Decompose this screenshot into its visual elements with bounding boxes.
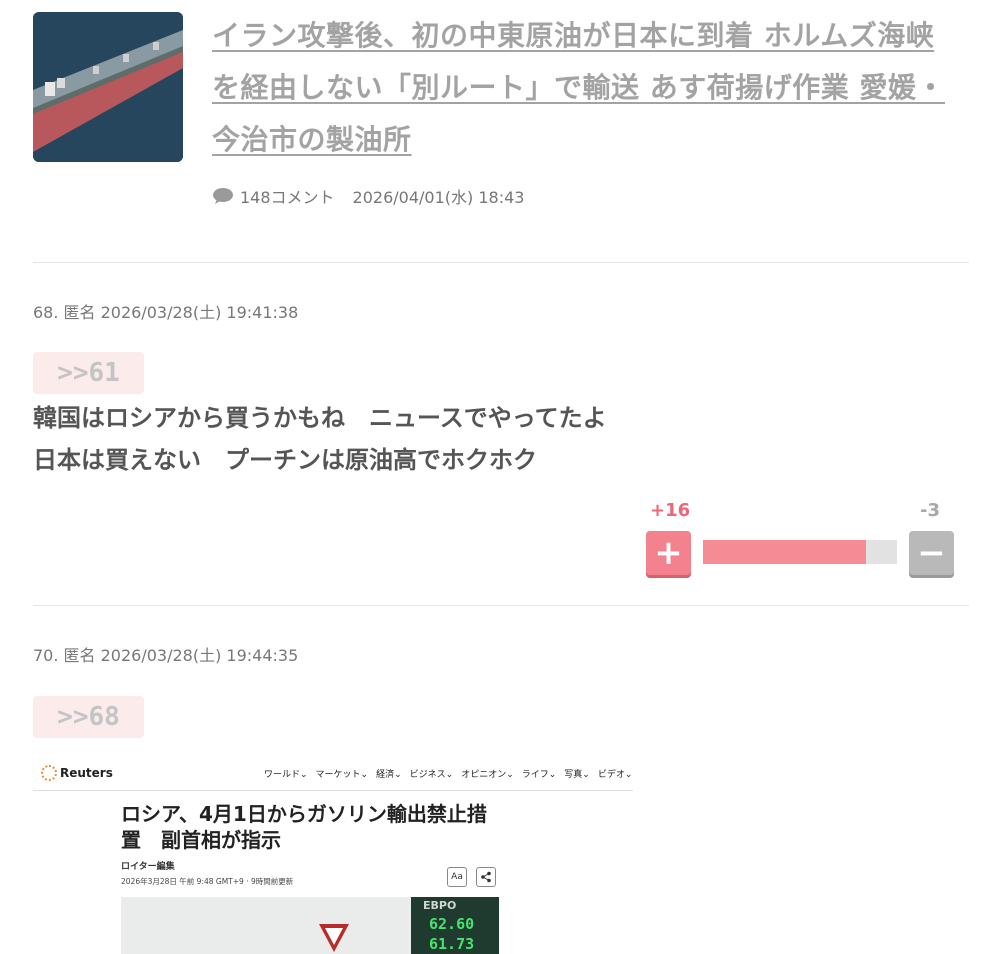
minus-icon: − bbox=[917, 533, 946, 573]
minus-vote-button[interactable]: − bbox=[909, 531, 954, 575]
divider bbox=[33, 262, 969, 263]
yield-sign-icon bbox=[319, 924, 349, 952]
speech-bubble-icon bbox=[212, 187, 234, 205]
nav-item: ワールド⌄ bbox=[264, 770, 308, 780]
embedded-news-screenshot[interactable]: Reuters ワールド⌄ マーケット⌄ 経済⌄ ビジネス⌄ オピニオン⌄ ライ… bbox=[33, 755, 633, 954]
fuel-price-board: EBPO 62.60 61.73 bbox=[411, 897, 499, 954]
plus-vote-button[interactable]: + bbox=[646, 531, 691, 575]
nav-item: オピニオン⌄ bbox=[461, 770, 514, 780]
nav-item: ビデオ⌄ bbox=[597, 770, 633, 780]
nav-item: ビジネス⌄ bbox=[409, 770, 454, 780]
post-header: 68. 匿名 2026/03/28(土) 19:41:38 bbox=[33, 303, 299, 322]
fuel-price: 62.60 bbox=[429, 915, 475, 933]
nav-item: 写真⌄ bbox=[564, 770, 590, 780]
post-body-line: 日本は買えない プーチンは原油高でホクホク bbox=[33, 446, 537, 474]
article-datetime: 2026/04/01(水) 18:43 bbox=[352, 188, 525, 207]
fuel-price: 61.73 bbox=[429, 935, 475, 953]
post-header: 70. 匿名 2026/03/28(土) 19:44:35 bbox=[33, 646, 299, 665]
comment-count[interactable]: 148コメント bbox=[240, 184, 335, 208]
nav-item: 経済⌄ bbox=[376, 770, 402, 780]
font-size-button: Aa bbox=[447, 867, 467, 887]
price-board-label: EBPO bbox=[423, 899, 457, 912]
nav-item: マーケット⌄ bbox=[315, 770, 369, 780]
reply-anchor-link[interactable]: >>61 bbox=[33, 352, 144, 394]
plus-icon: + bbox=[654, 533, 683, 573]
vote-ratio-fill bbox=[703, 540, 866, 564]
minus-vote-count: -3 bbox=[920, 500, 940, 521]
share-icon bbox=[476, 867, 496, 887]
reuters-logo: Reuters bbox=[41, 765, 113, 781]
article-meta: 148コメント 2026/04/01(水) 18:43 bbox=[212, 184, 524, 208]
reply-anchor-link[interactable]: >>68 bbox=[33, 696, 144, 738]
reuters-nav: ワールド⌄ マーケット⌄ 経済⌄ ビジネス⌄ オピニオン⌄ ライフ⌄ 写真⌄ ビ… bbox=[264, 767, 632, 780]
plus-vote-count: +16 bbox=[650, 500, 691, 521]
news-date: 2026年3月28日 午前 9:48 GMT+9 · 9時間前更新 bbox=[121, 877, 294, 886]
divider bbox=[33, 605, 969, 606]
article-thumbnail[interactable] bbox=[33, 12, 183, 162]
news-title: ロシア、4月1日からガソリン輸出禁止措置 副首相が指示 bbox=[121, 802, 487, 852]
reuters-logo-icon bbox=[41, 765, 57, 781]
divider bbox=[33, 790, 633, 791]
article-title-link[interactable]: イラン攻撃後、初の中東原油が日本に到着 ホルムズ海峡を経由しない「別ルート」で輸… bbox=[212, 10, 962, 166]
news-photo: EBPO 62.60 61.73 bbox=[121, 897, 499, 954]
vote-ratio-bar bbox=[703, 540, 897, 564]
news-author: ロイター編集 bbox=[121, 862, 175, 872]
post-body-line: 韓国はロシアから買うかもね ニュースでやってたよ bbox=[33, 404, 607, 432]
tanker-ship-image bbox=[33, 12, 183, 162]
nav-item: ライフ⌄ bbox=[521, 770, 557, 780]
